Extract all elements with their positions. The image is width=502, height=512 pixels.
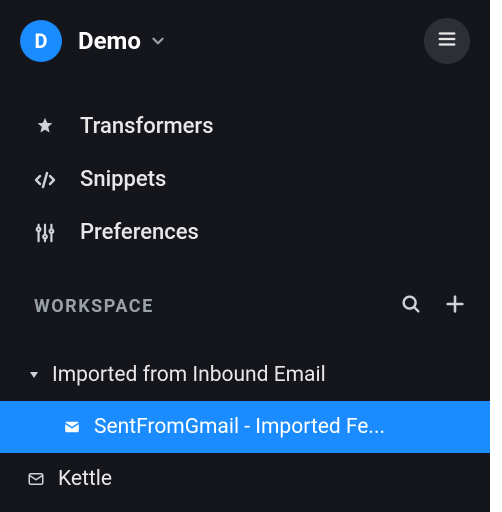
tree-item-label: Kettle xyxy=(58,467,112,491)
tree-item-kettle[interactable]: Kettle xyxy=(0,453,490,505)
tree-item-label: SentFromGmail - Imported Fe... xyxy=(94,415,385,439)
nav-item-snippets[interactable]: Snippets xyxy=(0,153,490,206)
nav-item-label: Transformers xyxy=(80,114,214,139)
chevron-down-icon xyxy=(149,32,167,50)
sliders-icon xyxy=(32,222,58,244)
avatar: D xyxy=(20,20,62,62)
add-button[interactable] xyxy=(444,293,466,319)
search-icon xyxy=(400,293,422,319)
menu-button[interactable] xyxy=(424,18,470,64)
workspace-name: Demo xyxy=(78,27,141,55)
tree-item-label: Imported from Inbound Email xyxy=(52,363,326,387)
workspace-tree: Imported from Inbound Email SentFromGmai… xyxy=(0,331,490,505)
avatar-letter: D xyxy=(35,29,48,53)
code-icon xyxy=(32,168,58,192)
nav-item-transformers[interactable]: Transformers xyxy=(0,100,490,153)
caret-down-icon xyxy=(26,370,42,380)
mail-icon xyxy=(62,418,82,436)
hamburger-icon xyxy=(436,28,458,54)
search-button[interactable] xyxy=(400,293,422,319)
section-title-workspace: WORKSPACE xyxy=(34,296,154,317)
tree-item-sentfromgmail[interactable]: SentFromGmail - Imported Fe... xyxy=(0,401,490,453)
tree-item-imported[interactable]: Imported from Inbound Email xyxy=(0,349,490,401)
plus-icon xyxy=(444,293,466,319)
mail-icon xyxy=(26,470,46,488)
panel-edge xyxy=(490,0,502,512)
workspace-switcher[interactable]: D Demo xyxy=(20,20,167,62)
nav-item-label: Preferences xyxy=(80,220,199,245)
star-icon xyxy=(32,116,58,138)
nav-item-preferences[interactable]: Preferences xyxy=(0,206,490,259)
nav-item-label: Snippets xyxy=(80,167,166,192)
